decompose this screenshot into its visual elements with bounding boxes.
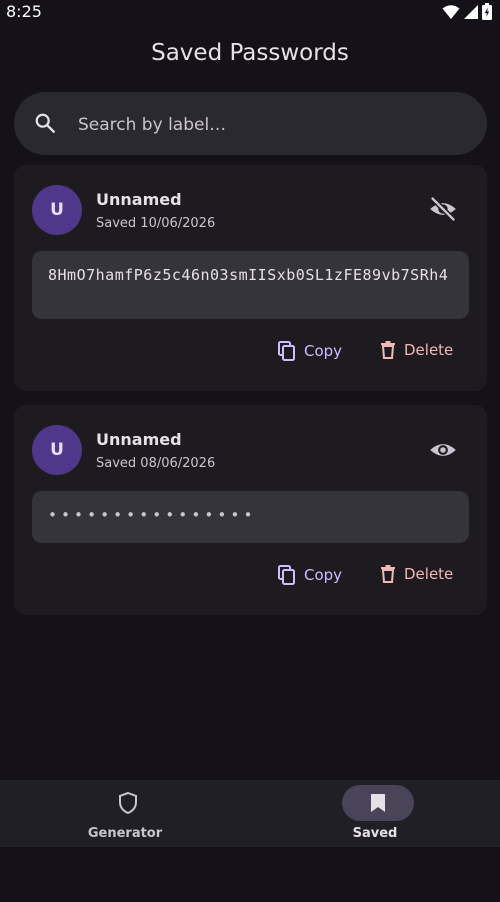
copy-label: Copy <box>304 566 343 584</box>
nav-icon-container <box>342 785 414 821</box>
password-card: U Unnamed Saved 08/06/2026 •••••••••••••… <box>14 405 487 615</box>
avatar: U <box>32 185 82 235</box>
copy-label: Copy <box>304 342 343 360</box>
status-icons <box>442 3 492 20</box>
password-card: U Unnamed Saved 10/06/2026 8HmO7hamfP6z5… <box>14 165 487 391</box>
nav-label: Generator <box>87 826 163 841</box>
entry-saved-date: Saved 10/06/2026 <box>96 216 216 231</box>
copy-button[interactable]: Copy <box>278 565 342 585</box>
battery-icon <box>482 3 492 20</box>
copy-icon <box>278 341 295 361</box>
search-icon <box>35 113 55 133</box>
bookmark-icon <box>371 794 385 812</box>
delete-button[interactable]: Delete <box>380 565 453 583</box>
copy-icon <box>278 565 295 585</box>
search-bar[interactable] <box>14 92 487 155</box>
password-masked-value: •••••••••••••••• <box>32 491 469 543</box>
status-time: 8:25 <box>6 2 42 21</box>
shield-icon <box>119 791 137 815</box>
entry-saved-date: Saved 08/06/2026 <box>96 456 216 471</box>
bottom-navigation: Generator Saved <box>0 780 500 847</box>
password-value: 8HmO7hamfP6z5c46n03smIISxb0SL1zFE89vb7SR… <box>32 251 469 319</box>
nav-label: Saved <box>352 826 398 841</box>
trash-icon <box>381 341 395 359</box>
show-password-button[interactable] <box>427 434 459 466</box>
avatar: U <box>32 425 82 475</box>
hide-password-button[interactable] <box>427 193 459 225</box>
trash-icon <box>381 565 395 583</box>
entry-label: Unnamed <box>96 430 182 449</box>
entry-label: Unnamed <box>96 190 182 209</box>
copy-button[interactable]: Copy <box>278 341 342 361</box>
search-input[interactable] <box>76 110 470 140</box>
nav-item-generator[interactable]: Generator <box>0 780 250 847</box>
visibility-off-icon <box>429 195 457 223</box>
nav-icon-container <box>92 785 164 821</box>
status-bar: 8:25 <box>0 0 500 24</box>
delete-label: Delete <box>404 341 454 359</box>
nav-item-saved[interactable]: Saved <box>250 780 500 847</box>
delete-label: Delete <box>404 565 454 583</box>
delete-button[interactable]: Delete <box>380 341 453 359</box>
wifi-icon <box>442 4 460 19</box>
signal-icon <box>464 4 478 19</box>
visibility-icon <box>430 444 456 456</box>
page-title: Saved Passwords <box>151 40 349 66</box>
